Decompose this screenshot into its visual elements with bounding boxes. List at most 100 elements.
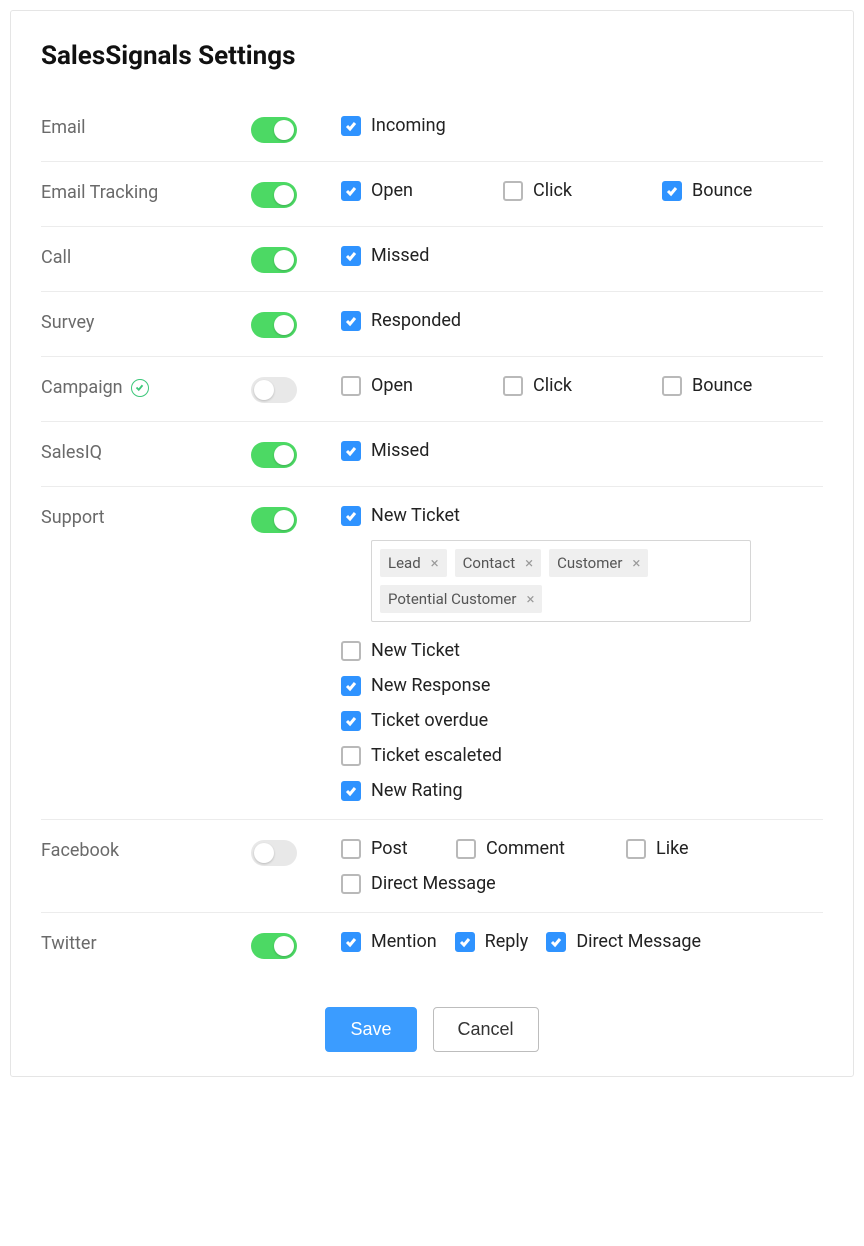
toggle-email[interactable] [251,117,297,143]
row-label-email-tracking: Email Tracking [41,180,251,203]
toggle-facebook[interactable] [251,840,297,866]
toggle-col [251,375,341,403]
checkbox-tw-reply[interactable]: Reply [455,931,529,952]
footer-buttons: Save Cancel [41,1007,823,1052]
checkbox-box [341,506,361,526]
row-label-facebook: Facebook [41,838,251,861]
tag-label: Potential Customer [388,590,516,608]
tag-contact: Contact × [455,549,541,577]
tag-label: Lead [388,554,421,572]
checkbox-label: New Rating [371,780,463,801]
checkbox-box [503,376,523,396]
checkbox-et-click[interactable]: Click [503,180,572,201]
close-icon[interactable]: × [632,556,640,571]
checkbox-support-escalated[interactable]: Ticket escaleted [341,745,823,766]
check-icon [459,936,471,948]
toggle-email-tracking[interactable] [251,182,297,208]
checkbox-label: Incoming [371,115,446,136]
row-call: Call Missed [41,227,823,292]
row-twitter: Twitter Mention Reply Direct Message [41,913,823,977]
toggle-call[interactable] [251,247,297,273]
checkbox-label: Open [371,180,413,201]
checkbox-fb-dm[interactable]: Direct Message [341,873,811,894]
checkbox-support-newresponse[interactable]: New Response [341,675,823,696]
checkbox-email-incoming[interactable]: Incoming [341,115,446,136]
checkbox-label: Direct Message [576,931,701,952]
tag-customer: Customer × [549,549,648,577]
checkbox-support-newticket[interactable]: New Ticket [341,640,823,661]
close-icon[interactable]: × [525,556,533,571]
row-support: Support New Ticket Lead × Contact × Cust… [41,487,823,820]
toggle-survey[interactable] [251,312,297,338]
checkbox-box [503,181,523,201]
toggle-col [251,245,341,273]
cancel-button[interactable]: Cancel [433,1007,539,1052]
row-label-survey: Survey [41,310,251,333]
row-email-tracking: Email Tracking Open Click Bounce [41,162,823,227]
checkbox-label: Missed [371,440,429,461]
row-label-twitter: Twitter [41,931,251,954]
check-icon [345,315,357,327]
checkbox-call-missed[interactable]: Missed [341,245,429,266]
close-icon[interactable]: × [431,556,439,571]
checkbox-survey-responded[interactable]: Responded [341,310,461,331]
tag-potential-customer: Potential Customer × [380,585,542,613]
close-icon[interactable]: × [526,592,534,607]
checkbox-fb-comment[interactable]: Comment [456,838,606,859]
checkbox-box [341,376,361,396]
checkbox-et-open[interactable]: Open [341,180,413,201]
checkbox-label: Mention [371,931,437,952]
toggle-campaign[interactable] [251,377,297,403]
tag-box[interactable]: Lead × Contact × Customer × Potential Cu… [371,540,751,622]
checkbox-support-rating[interactable]: New Rating [341,780,823,801]
checkbox-box [662,376,682,396]
options-email-tracking: Open Click Bounce [341,180,823,201]
checkbox-support-overdue[interactable]: Ticket overdue [341,710,823,731]
checkbox-box [341,311,361,331]
toggle-col [251,310,341,338]
verified-icon [131,379,149,397]
tag-lead: Lead × [380,549,447,577]
checkbox-label: Open [371,375,413,396]
checkbox-campaign-click[interactable]: Click [503,375,572,396]
toggle-support[interactable] [251,507,297,533]
checkbox-campaign-open[interactable]: Open [341,375,413,396]
checkbox-box [341,246,361,266]
check-icon [345,936,357,948]
checkbox-salesiq-missed[interactable]: Missed [341,440,429,461]
checkbox-tw-mention[interactable]: Mention [341,931,437,952]
checkbox-tw-dm[interactable]: Direct Message [546,931,701,952]
check-icon [345,680,357,692]
checkbox-et-bounce[interactable]: Bounce [662,180,752,201]
checkbox-label: Reply [485,931,529,952]
toggle-col [251,838,341,866]
checkbox-label: Missed [371,245,429,266]
row-salesiq: SalesIQ Missed [41,422,823,487]
save-button[interactable]: Save [325,1007,416,1052]
checkbox-fb-like[interactable]: Like [626,838,689,859]
checkbox-box [546,932,566,952]
checkbox-box [341,116,361,136]
row-label-email: Email [41,115,251,138]
checkbox-label: Post [371,838,408,859]
toggle-salesiq[interactable] [251,442,297,468]
check-icon [345,445,357,457]
checkbox-label: Ticket escaleted [371,745,502,766]
options-salesiq: Missed [341,440,823,461]
row-facebook: Facebook Post Comment Like Direct Messag… [41,820,823,913]
checkbox-campaign-bounce[interactable]: Bounce [662,375,752,396]
checkbox-support-newticket-main[interactable]: New Ticket [341,505,823,526]
checkbox-box [341,181,361,201]
row-label-campaign: Campaign [41,375,251,398]
options-twitter: Mention Reply Direct Message [341,931,823,952]
options-email: Incoming [341,115,823,136]
options-support: New Ticket Lead × Contact × Customer × P… [341,505,823,801]
checkbox-label: New Ticket [371,505,460,526]
toggle-twitter[interactable] [251,933,297,959]
checkbox-box [341,641,361,661]
check-icon [550,936,562,948]
checkbox-label: Bounce [692,375,752,396]
check-icon [666,185,678,197]
checkbox-fb-post[interactable]: Post [341,838,436,859]
checkbox-label: Comment [486,838,565,859]
